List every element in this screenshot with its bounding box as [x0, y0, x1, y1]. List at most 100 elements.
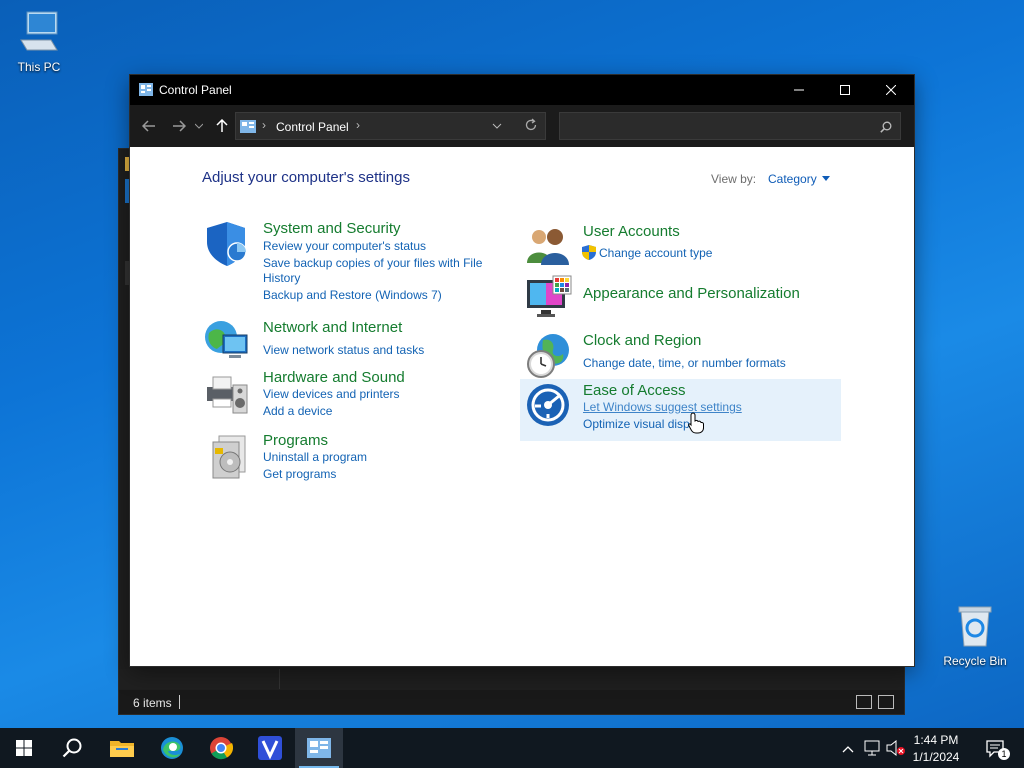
recycle-bin-icon — [940, 604, 1010, 651]
clock-globe-icon — [525, 332, 573, 385]
clock-date: 1/1/2024 — [912, 750, 960, 764]
network-icon — [203, 319, 251, 368]
taskbar-control-panel[interactable] — [295, 728, 343, 768]
category-hardware-and-sound: Hardware and Sound View devices and prin… — [203, 369, 503, 419]
category-ease-of-access: Ease of Access Let Windows suggest setti… — [525, 382, 825, 438]
category-title[interactable]: System and Security — [263, 220, 401, 237]
users-icon — [525, 225, 571, 270]
category-title[interactable]: Network and Internet — [263, 319, 402, 336]
breadcrumb-separator[interactable]: › — [262, 118, 266, 132]
category-title[interactable]: Programs — [263, 432, 328, 449]
start-button[interactable] — [0, 728, 48, 768]
view-toggle-group — [856, 695, 894, 709]
uac-shield-icon — [582, 245, 596, 265]
control-panel-content: Adjust your computer's settings View by:… — [130, 147, 914, 666]
link-network-status[interactable]: View network status and tasks — [263, 343, 424, 358]
computer-icon — [4, 10, 74, 57]
monitor-icon — [525, 274, 573, 327]
search-icon[interactable] — [880, 120, 892, 138]
address-bar[interactable]: › Control Panel › — [235, 112, 546, 140]
search-input[interactable] — [566, 117, 870, 137]
notifications-button[interactable]: 1 — [986, 740, 1010, 761]
category-title[interactable]: Ease of Access — [583, 382, 686, 399]
refresh-icon — [525, 118, 537, 131]
refresh-button[interactable] — [524, 118, 538, 135]
shield-icon — [203, 220, 251, 273]
edge-browser-icon — [161, 737, 183, 759]
maximize-button[interactable] — [822, 75, 868, 105]
hand-cursor-icon — [688, 412, 704, 439]
close-icon — [886, 85, 896, 95]
search-button[interactable] — [48, 728, 96, 768]
control-panel-icon — [307, 738, 331, 758]
link-change-date-time[interactable]: Change date, time, or number formats — [583, 356, 786, 371]
forward-button[interactable] — [169, 116, 189, 136]
link-save-backup[interactable]: Save backup copies of your files with Fi… — [263, 256, 482, 271]
status-separator — [179, 695, 180, 709]
taskbar-v-app[interactable] — [246, 728, 294, 768]
link-backup-restore[interactable]: Backup and Restore (Windows 7) — [263, 288, 442, 303]
taskbar: 1:44 PM 1/1/2024 1 — [0, 728, 1024, 768]
back-button[interactable] — [139, 116, 159, 136]
link-let-windows-suggest-settings[interactable]: Let Windows suggest settings — [583, 400, 742, 415]
minimize-button[interactable] — [776, 75, 822, 105]
category-title[interactable]: Clock and Region — [583, 332, 701, 349]
category-title[interactable]: Appearance and Personalization — [583, 285, 800, 302]
arrow-up-icon — [216, 119, 228, 132]
taskbar-chrome[interactable] — [197, 728, 245, 768]
link-uninstall-program[interactable]: Uninstall a program — [263, 450, 367, 465]
taskbar-edge[interactable] — [148, 728, 196, 768]
navigation-bar: › Control Panel › — [130, 105, 914, 147]
link-add-device[interactable]: Add a device — [263, 404, 332, 419]
arrow-left-icon — [142, 120, 155, 132]
details-view-icon[interactable] — [856, 695, 872, 709]
page-title: Adjust your computer's settings — [202, 169, 410, 186]
breadcrumb-control-panel[interactable]: Control Panel — [276, 120, 349, 134]
category-appearance-and-personalization: Appearance and Personalization — [525, 274, 825, 322]
control-panel-window: Control Panel › Control Panel › Adjust y… — [130, 75, 914, 666]
desktop-icon-recycle-bin[interactable]: Recycle Bin — [940, 604, 1010, 668]
control-panel-icon — [240, 120, 256, 136]
link-review-status[interactable]: Review your computer's status — [263, 239, 426, 254]
link-devices-printers[interactable]: View devices and printers — [263, 387, 400, 402]
clock[interactable]: 1:44 PM 1/1/2024 — [906, 732, 966, 766]
category-network-and-internet: Network and Internet View network status… — [203, 319, 503, 364]
minimize-icon — [794, 89, 804, 91]
category-user-accounts: User Accounts Change account type — [525, 223, 825, 267]
notification-count: 1 — [998, 748, 1010, 760]
close-button[interactable] — [868, 75, 914, 105]
link-optimize-visual-display[interactable]: Optimize visual disp — [583, 417, 690, 432]
programs-icon — [209, 434, 249, 485]
chevron-down-icon — [195, 123, 203, 129]
system-tray: 1:44 PM 1/1/2024 1 — [834, 728, 1024, 768]
view-by-label: View by: — [711, 172, 757, 186]
printer-icon — [203, 369, 251, 422]
chevron-up-icon[interactable] — [842, 742, 854, 756]
category-system-and-security: System and Security Review your computer… — [203, 220, 503, 310]
search-box[interactable] — [559, 112, 901, 140]
category-title[interactable]: Hardware and Sound — [263, 369, 405, 386]
title-bar[interactable]: Control Panel — [130, 75, 914, 105]
network-status-icon[interactable] — [864, 740, 882, 759]
large-icons-view-icon[interactable] — [878, 695, 894, 709]
v-app-icon — [258, 736, 282, 760]
status-item-count: 6 items — [133, 696, 172, 710]
view-by-dropdown[interactable]: Category — [768, 172, 830, 186]
taskbar-file-explorer[interactable] — [98, 728, 146, 768]
caret-down-icon — [821, 176, 830, 181]
arrow-right-icon — [173, 120, 186, 132]
link-save-backup-cont[interactable]: History — [263, 271, 300, 286]
folder-icon — [110, 741, 134, 757]
address-history-dropdown[interactable] — [492, 119, 502, 136]
status-bar: 6 items — [119, 690, 904, 714]
volume-muted-icon[interactable] — [886, 739, 906, 759]
category-title[interactable]: User Accounts — [583, 223, 680, 240]
desktop-icon-label: Recycle Bin — [943, 654, 1007, 668]
link-change-account-type[interactable]: Change account type — [599, 246, 712, 261]
breadcrumb-separator[interactable]: › — [356, 118, 360, 132]
desktop-icon-this-pc[interactable]: This PC — [4, 10, 74, 74]
up-button[interactable] — [212, 116, 232, 136]
recent-locations-button[interactable] — [192, 116, 206, 136]
link-get-programs[interactable]: Get programs — [263, 467, 336, 482]
windows-logo-icon — [16, 740, 32, 756]
